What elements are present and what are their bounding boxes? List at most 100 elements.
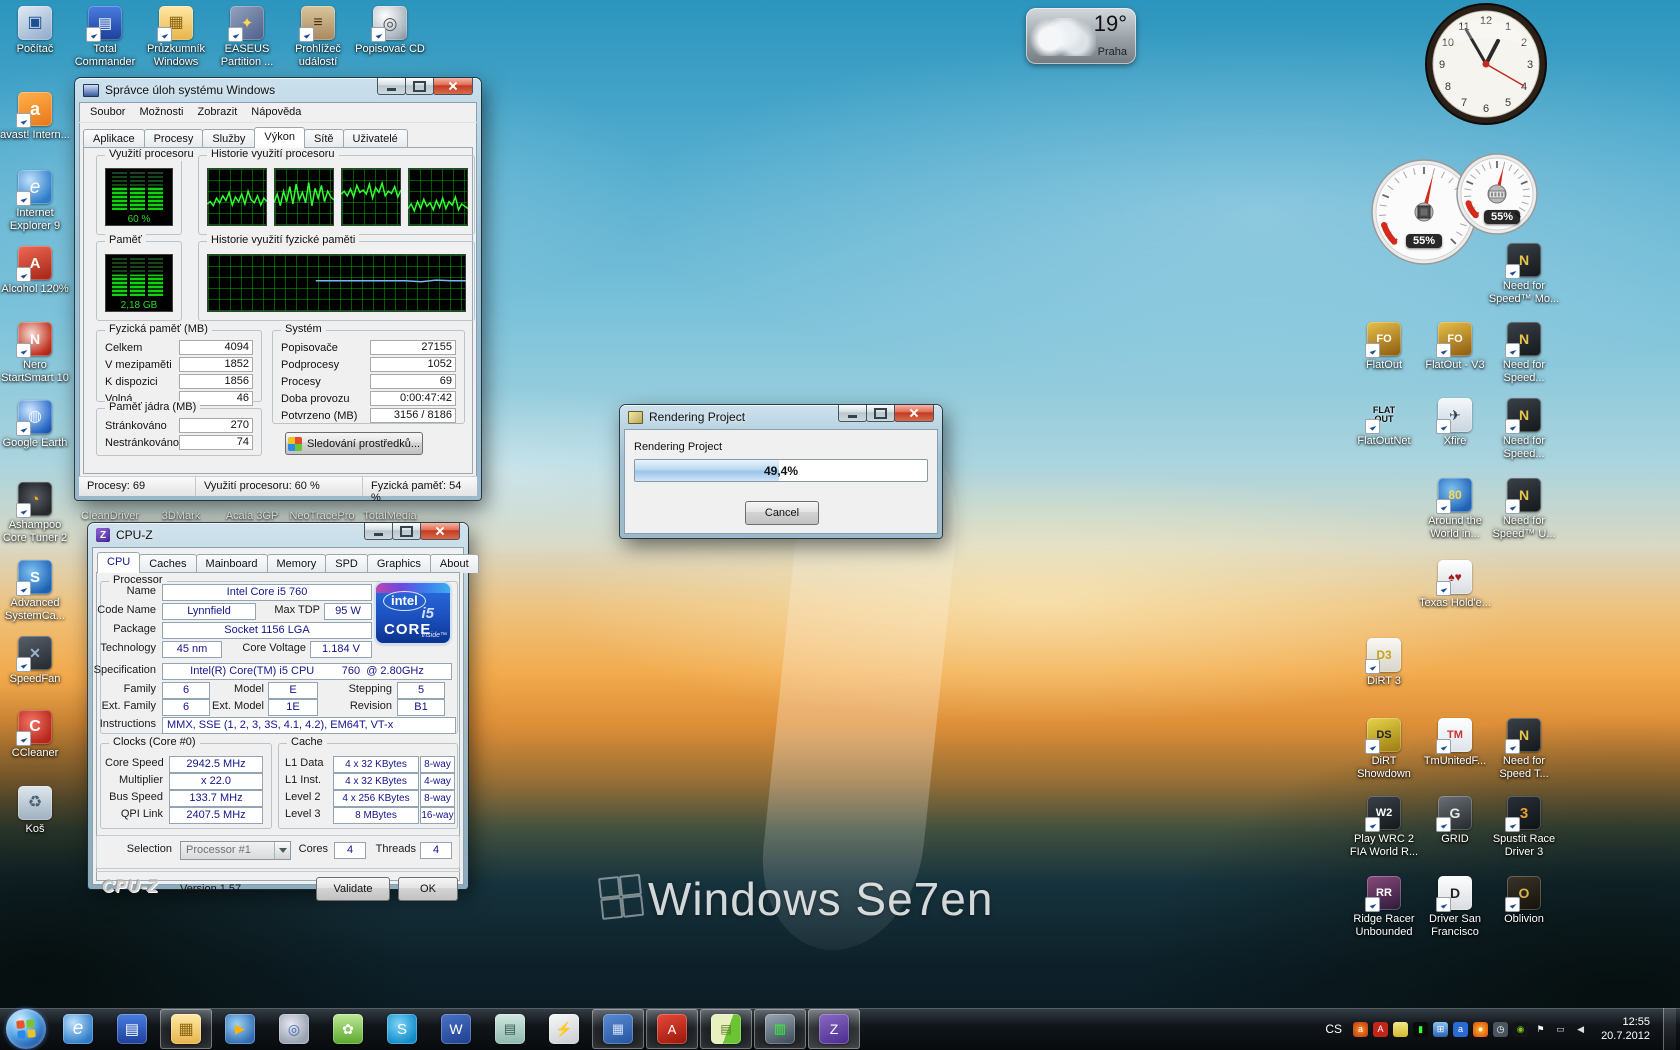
desktop-icon-internet-explorer-9[interactable]: eInternet Explorer 9	[0, 170, 71, 233]
tab-uživatelé[interactable]: Uživatelé	[343, 129, 408, 148]
tab-procesy[interactable]: Procesy	[144, 129, 204, 148]
tray-icon-winamp-agent[interactable]: a	[1453, 1022, 1468, 1037]
desktop-icon-alcohol-120[interactable]: AAlcohol 120%	[0, 246, 71, 296]
desktop-icon-po-ta[interactable]: ▣Počítač	[0, 6, 71, 56]
tab-výkon[interactable]: Výkon	[254, 127, 305, 148]
tray-icon-comodo[interactable]: ●	[1473, 1022, 1488, 1037]
language-indicator[interactable]: CS	[1319, 1022, 1348, 1036]
taskbar-item-task-manager[interactable]: ▥	[754, 1009, 806, 1049]
taskbar-item-icq[interactable]: ✿	[322, 1009, 374, 1049]
desktop-icon-label-partial[interactable]: 3DMark	[162, 510, 201, 522]
desktop-icon-google-earth[interactable]: ◍Google Earth	[0, 400, 71, 450]
tray-icon-nvidia[interactable]: ◉	[1513, 1022, 1528, 1037]
tab-aplikace[interactable]: Aplikace	[83, 129, 145, 148]
clock-gadget[interactable]: 121234567891011	[1422, 0, 1550, 128]
desktop-icon-avast-intern[interactable]: aavast! Intern...	[0, 92, 71, 142]
desktop-icon-driver-san-francisco[interactable]: DDriver San Francisco	[1419, 876, 1491, 939]
desktop-icon-ashampoo-core-tuner-2[interactable]: ◔Ashampoo Core Tuner 2	[0, 482, 71, 545]
cpuz-tab-graphics[interactable]: Graphics	[367, 554, 431, 573]
desktop-icon-flatoutnet[interactable]: FLAT OUTFlatOutNet	[1348, 398, 1420, 448]
desktop-icon-need-for-speed[interactable]: NNeed for Speed...	[1488, 322, 1560, 385]
desktop-icon-need-for-speed[interactable]: NNeed for Speed...	[1488, 398, 1560, 461]
tab-služby[interactable]: Služby	[202, 129, 255, 148]
menu-soubor[interactable]: Soubor	[83, 104, 132, 120]
desktop-icon-play-wrc-2-fia-world-r[interactable]: W2Play WRC 2 FIA World R...	[1348, 796, 1420, 859]
taskbar-clock[interactable]: 12:55 20.7.2012	[1593, 1015, 1658, 1043]
processor-selection-dropdown[interactable]: Processor #1	[180, 841, 291, 860]
desktop-icon-label-partial[interactable]: Acala 3GP	[226, 510, 279, 522]
taskbar-item-green-notes[interactable]: ▤	[700, 1009, 752, 1049]
desktop-icon-advanced-systemca[interactable]: SAdvanced SystemCa...	[0, 560, 71, 623]
tray-icon-action-center-flag[interactable]: ⚑	[1533, 1022, 1548, 1037]
cpu-meter-gadget[interactable]: 55% 55%	[1366, 148, 1546, 278]
desktop-icon-flatout[interactable]: FOFlatOut	[1348, 322, 1420, 372]
desktop-icon-dirt-3[interactable]: D3DiRT 3	[1348, 638, 1420, 688]
start-button[interactable]	[6, 1009, 46, 1049]
minimize-button[interactable]	[364, 523, 393, 540]
taskbar-item-media-player[interactable]: ▶	[214, 1009, 266, 1049]
menu-možnosti[interactable]: Možnosti	[132, 104, 190, 120]
close-button[interactable]	[894, 405, 934, 422]
validate-button[interactable]: Validate	[316, 877, 390, 901]
desktop-icon-total-commander[interactable]: ▤Total Commander	[69, 6, 141, 69]
tray-icon-adobe-updater[interactable]: A	[1373, 1022, 1388, 1037]
taskbar-item-cpu-z[interactable]: Z	[808, 1009, 860, 1049]
maximize-button[interactable]	[405, 78, 434, 95]
taskbar-item-windows-explorer[interactable]: ▦	[160, 1009, 212, 1049]
desktop-icon-speedfan[interactable]: ✕SpeedFan	[0, 636, 71, 686]
desktop-icon-label-partial[interactable]: TotalMedia	[363, 510, 416, 522]
tray-icon-windows-update[interactable]: ⊞	[1433, 1022, 1448, 1037]
desktop-icon-label-partial[interactable]: CleanDriver	[81, 510, 139, 522]
desktop-icon-ko[interactable]: ♻Koš	[0, 786, 71, 836]
desktop-icon-label-partial[interactable]: NeoTracePro	[289, 510, 354, 522]
tray-icon-network[interactable]: ▭	[1553, 1022, 1568, 1037]
cpuz-tab-mainboard[interactable]: Mainboard	[196, 554, 268, 573]
show-desktop-button[interactable]	[1663, 1008, 1676, 1050]
taskbar-item-skype[interactable]: S	[376, 1009, 428, 1049]
cpuz-tab-cpu[interactable]: CPU	[97, 552, 140, 573]
desktop-icon-pr-zkumn-k-windows[interactable]: ▦Průzkumník Windows	[140, 6, 212, 69]
cpuz-tab-caches[interactable]: Caches	[139, 554, 196, 573]
cancel-button[interactable]: Cancel	[745, 501, 819, 525]
desktop-icon-dirt-showdown[interactable]: DSDiRT Showdown	[1348, 718, 1420, 781]
tab-sítě[interactable]: Sítě	[304, 129, 344, 148]
desktop-icon-texas-hold-e[interactable]: ♠♥Texas Hold'e...	[1419, 560, 1491, 610]
menu-nápověda[interactable]: Nápověda	[244, 104, 308, 120]
cpuz-tab-spd[interactable]: SPD	[325, 554, 368, 573]
maximize-button[interactable]	[866, 405, 895, 422]
desktop-icon-flatout-v3[interactable]: FOFlatOut - V3	[1419, 322, 1491, 372]
cpuz-tab-about[interactable]: About	[430, 554, 479, 573]
desktop-icon-oblivion[interactable]: OOblivion	[1488, 876, 1560, 926]
tray-icon-avast[interactable]: a	[1353, 1022, 1368, 1037]
desktop-icon-spustit-race-driver-3[interactable]: 3Spustit Race Driver 3	[1488, 796, 1560, 859]
cpuz-tab-memory[interactable]: Memory	[267, 554, 327, 573]
desktop-icon-need-for-speed-u[interactable]: NNeed for Speed™ U...	[1488, 478, 1560, 541]
tray-icon-speedfan[interactable]: ◷	[1493, 1022, 1508, 1037]
taskbar-item-rendering-app[interactable]: ▦	[592, 1009, 644, 1049]
taskbar-item-total-commander[interactable]: ▤	[106, 1009, 158, 1049]
desktop-icon-grid[interactable]: GGRID	[1419, 796, 1491, 846]
desktop-icon-prohl-e-ud-lost[interactable]: ≡Prohlížeč událostí	[282, 6, 354, 69]
weather-gadget[interactable]: 19° Praha	[1026, 8, 1136, 64]
close-button[interactable]	[420, 523, 460, 540]
ok-button[interactable]: OK	[398, 877, 458, 901]
minimize-button[interactable]	[838, 405, 867, 422]
taskbar-item-internet-explorer[interactable]: e	[52, 1009, 104, 1049]
menu-zobrazit[interactable]: Zobrazit	[191, 104, 245, 120]
close-button[interactable]	[433, 78, 473, 95]
desktop-icon-nero-startsmart-10[interactable]: NNero StartSmart 10	[0, 322, 71, 385]
taskbar-item-winamp[interactable]: ⚡	[538, 1009, 590, 1049]
maximize-button[interactable]	[392, 523, 421, 540]
desktop-icon-ccleaner[interactable]: CCCleaner	[0, 710, 71, 760]
resource-monitor-button[interactable]: Sledování prostředků...	[285, 432, 423, 455]
minimize-button[interactable]	[377, 78, 406, 95]
taskbar-item-word[interactable]: W	[430, 1009, 482, 1049]
desktop-icon-popisova-cd[interactable]: ◎Popisovač CD	[354, 6, 426, 56]
tray-icon-sticky-note[interactable]	[1393, 1022, 1408, 1037]
desktop-icon-easeus-partition[interactable]: ✦EASEUS Partition ...	[211, 6, 283, 69]
taskbar-item-notes[interactable]: ▤	[484, 1009, 536, 1049]
taskbar-item-adobe-app[interactable]: A	[646, 1009, 698, 1049]
desktop-icon-around-the-world-in[interactable]: 80Around the World in...	[1419, 478, 1491, 541]
desktop-icon-tmunitedf[interactable]: TMTmUnitedF...	[1419, 718, 1491, 768]
desktop-icon-xfire[interactable]: ✈Xfire	[1419, 398, 1491, 448]
